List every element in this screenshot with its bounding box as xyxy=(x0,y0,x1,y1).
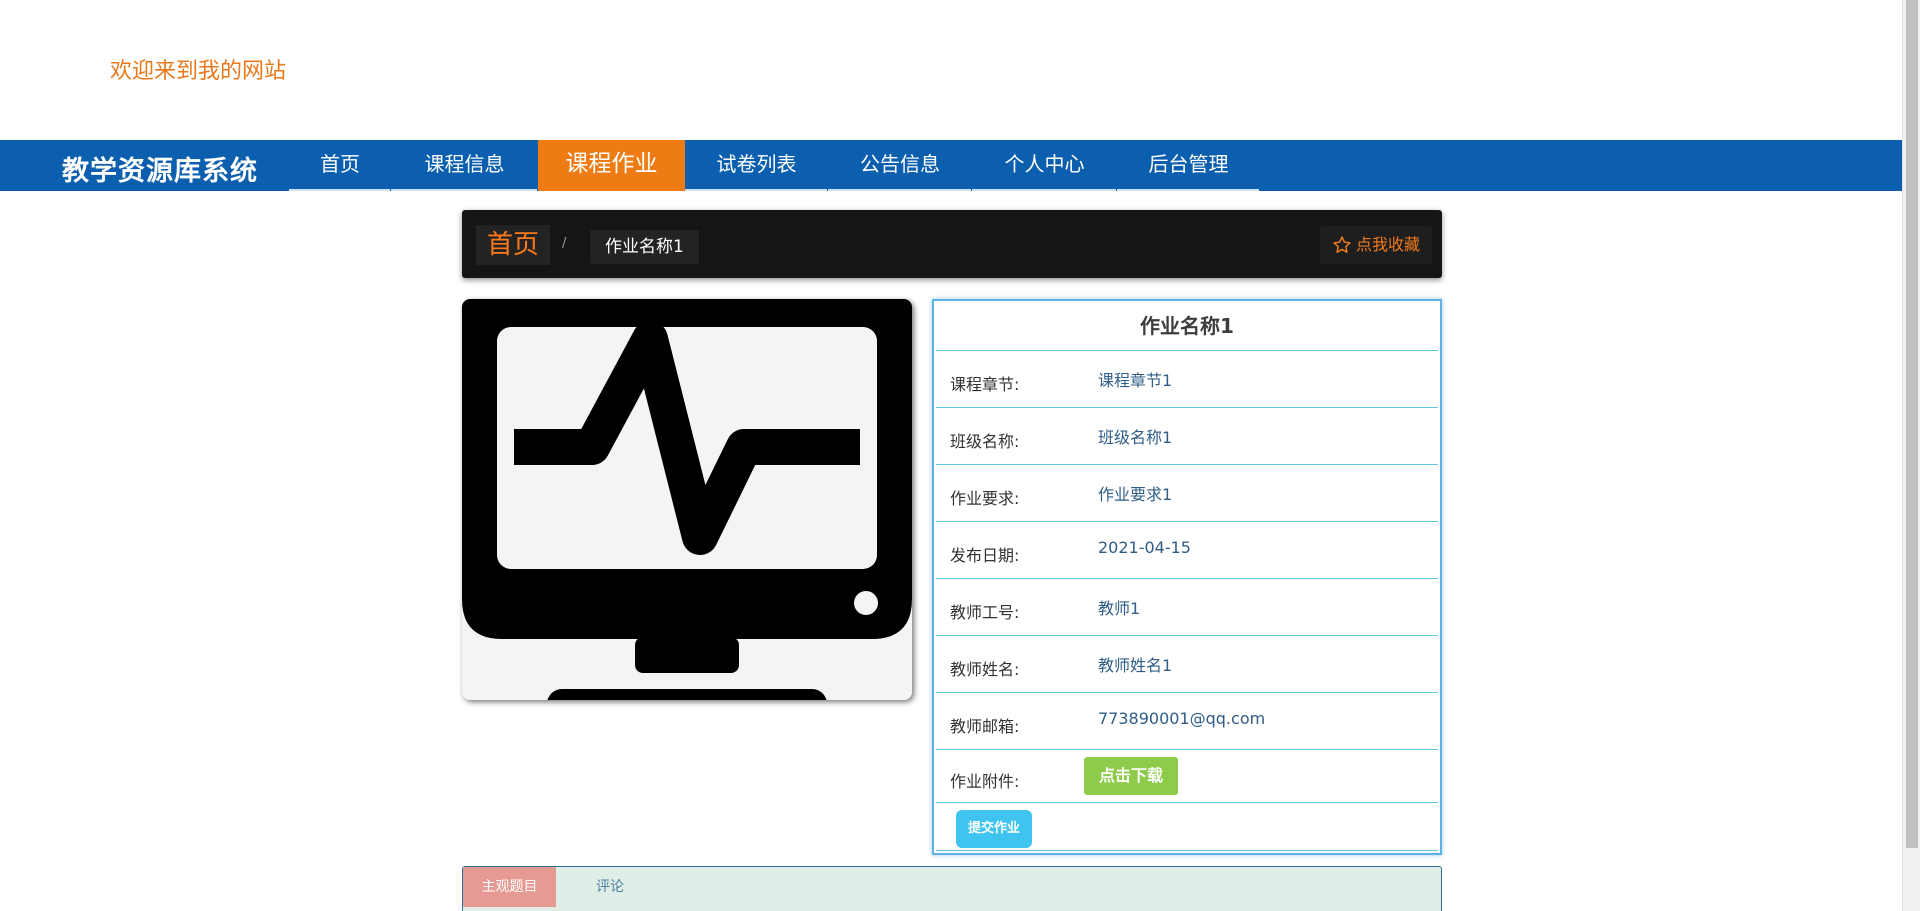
detail-value: 教师姓名1 xyxy=(1098,656,1173,675)
nav-item-course-info[interactable]: 课程信息 xyxy=(391,140,539,191)
detail-value: 2021-04-15 xyxy=(1098,538,1191,557)
detail-label: 教师姓名: xyxy=(950,660,1020,679)
detail-label: 课程章节: xyxy=(950,375,1020,394)
star-outline-icon xyxy=(1333,236,1351,253)
welcome-text: 欢迎来到我的网站 xyxy=(110,59,287,84)
detail-value: 作业要求1 xyxy=(1098,485,1173,504)
detail-label: 教师邮箱: xyxy=(950,717,1020,736)
submit-homework-button[interactable]: 提交作业 xyxy=(956,810,1032,848)
detail-row-attachment: 作业附件: 点击下载 xyxy=(936,750,1438,803)
detail-value: 773890001@qq.com xyxy=(1098,709,1266,728)
site-brand[interactable]: 教学资源库系统 xyxy=(62,149,258,188)
homework-title: 作业名称1 xyxy=(936,301,1438,351)
tab-subjective-questions[interactable]: 主观题目 xyxy=(463,867,556,907)
detail-value: 课程章节1 xyxy=(1098,371,1173,390)
page-scrollbar[interactable] xyxy=(1902,0,1920,911)
nav-item-exam-list[interactable]: 试卷列表 xyxy=(685,140,829,191)
favorite-button[interactable]: 点我收藏 xyxy=(1319,226,1432,264)
detail-label: 发布日期: xyxy=(950,546,1020,565)
detail-value: 教师1 xyxy=(1098,599,1141,618)
detail-label: 作业附件: xyxy=(950,772,1020,791)
content-tabs: 主观题目 评论 xyxy=(462,866,1442,911)
detail-row-submit: 提交作业 xyxy=(936,803,1438,851)
download-button[interactable]: 点击下载 xyxy=(1084,757,1178,795)
navbar: 教学资源库系统 首页 课程信息 课程作业 试卷列表 公告信息 个人中心 后台管理 xyxy=(0,140,1902,191)
breadcrumb-current: 作业名称1 xyxy=(590,230,699,264)
favorite-label: 点我收藏 xyxy=(1355,235,1420,254)
nav-item-home[interactable]: 首页 xyxy=(289,140,392,191)
main-nav: 首页 课程信息 课程作业 试卷列表 公告信息 个人中心 后台管理 xyxy=(289,140,1261,191)
nav-item-admin[interactable]: 后台管理 xyxy=(1117,140,1261,191)
detail-row-chapter: 课程章节: 课程章节1 xyxy=(936,351,1438,408)
detail-row-publish-date: 发布日期: 2021-04-15 xyxy=(936,522,1438,579)
monitor-heartbeat-icon xyxy=(462,299,912,700)
scrollbar-thumb[interactable] xyxy=(1906,0,1918,848)
detail-row-requirement: 作业要求: 作业要求1 xyxy=(936,465,1438,522)
page: 欢迎来到我的网站 教学资源库系统 首页 课程信息 课程作业 试卷列表 公告信息 … xyxy=(0,0,1920,911)
detail-label: 教师工号: xyxy=(950,603,1020,622)
nav-item-personal-center[interactable]: 个人中心 xyxy=(972,140,1118,191)
breadcrumb: 首页 / 作业名称1 点我收藏 xyxy=(462,210,1442,278)
detail-row-class: 班级名称: 班级名称1 xyxy=(936,408,1438,465)
homework-detail-table: 作业名称1 课程章节: 课程章节1 班级名称: 班级名称1 作业要求: 作业要求… xyxy=(932,299,1442,855)
detail-label: 班级名称: xyxy=(950,432,1020,451)
detail-label: 作业要求: xyxy=(950,489,1020,508)
breadcrumb-separator: / xyxy=(562,236,567,251)
tab-comments[interactable]: 评论 xyxy=(575,867,645,907)
detail-value: 班级名称1 xyxy=(1098,428,1173,447)
breadcrumb-home[interactable]: 首页 xyxy=(476,225,551,265)
nav-item-course-homework[interactable]: 课程作业 xyxy=(538,140,685,191)
homework-image xyxy=(462,299,912,700)
nav-item-announcements[interactable]: 公告信息 xyxy=(828,140,973,191)
detail-row-teacher-email: 教师邮箱: 773890001@qq.com xyxy=(936,693,1438,750)
detail-row-teacher-id: 教师工号: 教师1 xyxy=(936,579,1438,636)
detail-row-teacher-name: 教师姓名: 教师姓名1 xyxy=(936,636,1438,693)
